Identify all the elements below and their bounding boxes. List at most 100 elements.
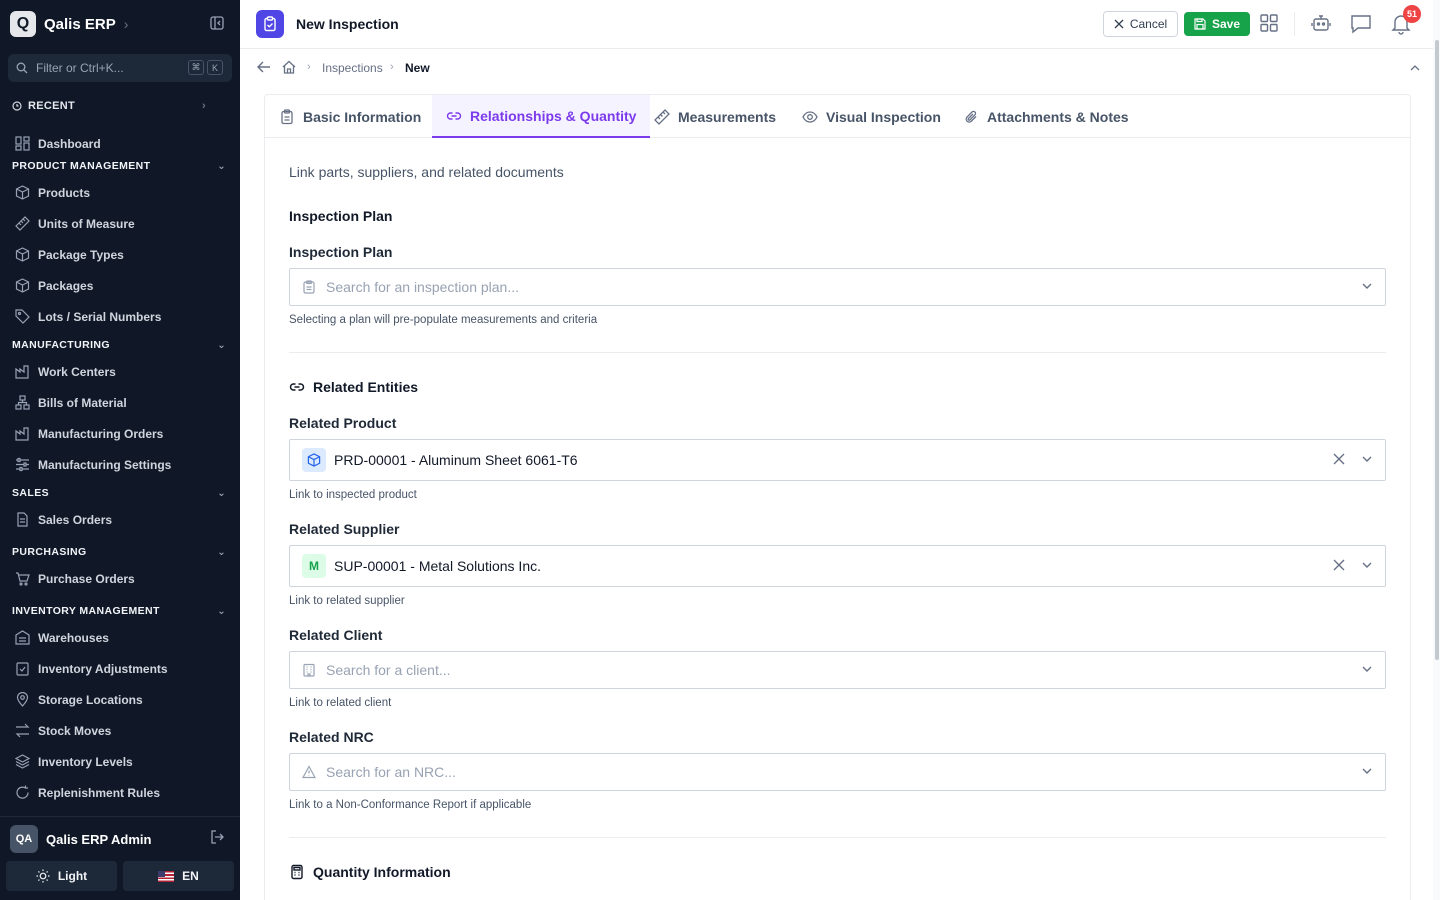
chevron-right-icon: ›	[307, 61, 311, 73]
heading-text: Quantity Information	[313, 864, 451, 880]
sidebar-item-units-of-measure[interactable]: Units of Measure	[0, 208, 240, 239]
chevron-down-icon[interactable]	[1361, 452, 1373, 468]
box-icon	[15, 185, 30, 200]
theme-label: Light	[57, 869, 88, 883]
building-icon	[303, 663, 315, 677]
map-pin-icon	[16, 692, 29, 707]
related-product-value: PRD-00001 - Aluminum Sheet 6061-T6	[334, 452, 578, 468]
apps-grid-icon[interactable]	[1259, 13, 1279, 38]
sidebar-item-storage-locations[interactable]: Storage Locations	[0, 684, 240, 715]
sidebar-item-manufacturing-settings[interactable]: Manufacturing Settings	[0, 449, 240, 480]
related-product-select[interactable]: PRD-00001 - Aluminum Sheet 6061-T6	[289, 439, 1386, 481]
save-button[interactable]: Save	[1184, 12, 1250, 36]
arrows-left-right-icon	[15, 723, 30, 738]
sidebar-item-inventory-levels[interactable]: Inventory Levels	[0, 746, 240, 777]
related-supplier-value: SUP-00001 - Metal Solutions Inc.	[334, 558, 541, 574]
sidebar-filter-input[interactable]: Filter or Ctrl+K... ⌘ K	[8, 54, 232, 82]
chat-icon[interactable]	[1350, 13, 1372, 40]
chevron-down-icon[interactable]	[1361, 279, 1373, 295]
chevron-down-icon[interactable]	[1361, 764, 1373, 780]
sidebar-item-products[interactable]: Products	[0, 177, 240, 208]
inspection-plan-placeholder: Search for an inspection plan...	[326, 279, 520, 295]
filter-placeholder: Filter or Ctrl+K...	[36, 61, 124, 75]
user-menu[interactable]: QA Qalis ERP Admin	[0, 817, 240, 861]
section-product-management[interactable]: PRODUCT MANAGEMENT ⌄	[0, 155, 240, 177]
sidebar-item-sales-orders[interactable]: Sales Orders	[0, 504, 240, 535]
cancel-label: Cancel	[1129, 17, 1168, 31]
section-inventory-management[interactable]: INVENTORY MANAGEMENT ⌄	[0, 600, 240, 622]
related-nrc-select[interactable]: Search for an NRC...	[289, 753, 1386, 791]
section-purchasing[interactable]: PURCHASING ⌄	[0, 541, 240, 563]
notification-badge: 51	[1403, 5, 1421, 23]
chevron-right-icon[interactable]: ›	[124, 16, 129, 32]
tab-label: Measurements	[678, 108, 777, 125]
breadcrumb: › Inspections › New	[240, 49, 1433, 87]
clear-icon[interactable]	[1333, 452, 1345, 468]
related-supplier-help: Link to related supplier	[289, 595, 405, 607]
sidebar-item-packages[interactable]: Packages	[0, 270, 240, 301]
clear-icon[interactable]	[1333, 558, 1345, 574]
inspection-plan-heading: Inspection Plan	[289, 208, 392, 224]
home-icon[interactable]	[282, 60, 296, 79]
sidebar-item-label: Stock Moves	[38, 723, 112, 738]
chevron-down-icon: ⌄	[217, 339, 226, 351]
related-client-select[interactable]: Search for a client...	[289, 651, 1386, 689]
sidebar-item-label: Packages	[38, 278, 94, 293]
tab-basic-information[interactable]: Basic Information	[265, 95, 435, 138]
theme-toggle-button[interactable]: Light	[6, 861, 117, 891]
chevron-down-icon: ⌄	[217, 487, 226, 499]
inspection-plan-select[interactable]: Search for an inspection plan...	[289, 268, 1386, 306]
sliders-icon	[16, 457, 29, 472]
related-client-placeholder: Search for a client...	[326, 662, 451, 678]
chevron-down-icon[interactable]	[1361, 662, 1373, 678]
app-name[interactable]: Qalis ERP	[44, 16, 116, 33]
section-sales[interactable]: SALES ⌄	[0, 482, 240, 504]
chevron-up-icon[interactable]	[1409, 61, 1421, 79]
tab-visual-inspection[interactable]: Visual Inspection	[788, 95, 955, 138]
sidebar-item-label: Products	[38, 185, 91, 200]
related-nrc-placeholder: Search for an NRC...	[326, 764, 456, 780]
sidebar-item-package-types[interactable]: Package Types	[0, 239, 240, 270]
sidebar-item-lots-serial-numbers[interactable]: Lots / Serial Numbers	[0, 301, 240, 332]
breadcrumb-inspections-link[interactable]: Inspections	[322, 61, 383, 75]
tab-attachments-notes[interactable]: Attachments & Notes	[949, 95, 1143, 138]
app-logo[interactable]: Q	[10, 11, 36, 37]
tab-measurements[interactable]: Measurements	[640, 95, 790, 138]
cart-icon	[16, 572, 30, 586]
sidebar-item-manufacturing-orders[interactable]: Manufacturing Orders	[0, 418, 240, 449]
sidebar-collapse-icon[interactable]	[210, 16, 224, 35]
scrollbar-thumb[interactable]	[1435, 40, 1439, 660]
cancel-button[interactable]: Cancel	[1103, 11, 1178, 37]
box-icon	[15, 247, 30, 262]
logout-icon[interactable]	[210, 830, 224, 849]
bot-icon[interactable]	[1311, 13, 1331, 38]
tab-label: Attachments & Notes	[987, 108, 1129, 125]
chevron-down-icon[interactable]	[1361, 558, 1373, 574]
back-arrow-icon[interactable]	[257, 60, 271, 79]
sidebar-item-purchase-orders[interactable]: Purchase Orders	[0, 563, 240, 594]
language-button[interactable]: EN	[123, 861, 234, 891]
quantity-information-heading: Quantity Information	[289, 864, 451, 880]
sidebar-item-replenishment-rules[interactable]: Replenishment Rules	[0, 777, 240, 808]
sidebar-item-label: Dashboard	[38, 136, 101, 151]
related-supplier-select[interactable]: M SUP-00001 - Metal Solutions Inc.	[289, 545, 1386, 587]
sidebar: Q Qalis ERP › Filter or Ctrl+K... ⌘ K RE…	[0, 0, 240, 900]
sidebar-item-bills-of-material[interactable]: Bills of Material	[0, 387, 240, 418]
related-product-label: Related Product	[289, 415, 397, 431]
sidebar-item-label: Lots / Serial Numbers	[38, 309, 162, 324]
sidebar-item-work-centers[interactable]: Work Centers	[0, 356, 240, 387]
sidebar-item-label: Work Centers	[38, 364, 116, 379]
link-icon	[289, 383, 305, 391]
sidebar-item-inventory-adjustments[interactable]: Inventory Adjustments	[0, 653, 240, 684]
form-tabs: Basic Information Relationships & Quanti…	[265, 95, 1410, 138]
factory-icon	[15, 427, 29, 441]
tab-relationships-quantity[interactable]: Relationships & Quantity	[432, 95, 651, 138]
sidebar-item-label: Purchase Orders	[38, 571, 135, 586]
recent-toggle[interactable]: RECENT ›	[0, 92, 240, 120]
section-manufacturing[interactable]: MANUFACTURING ⌄	[0, 334, 240, 356]
sidebar-item-warehouses[interactable]: Warehouses	[0, 622, 240, 653]
sidebar-item-label: Bills of Material	[38, 395, 127, 410]
sun-icon	[36, 869, 50, 883]
sidebar-item-stock-moves[interactable]: Stock Moves	[0, 715, 240, 746]
related-client-label: Related Client	[289, 627, 383, 643]
